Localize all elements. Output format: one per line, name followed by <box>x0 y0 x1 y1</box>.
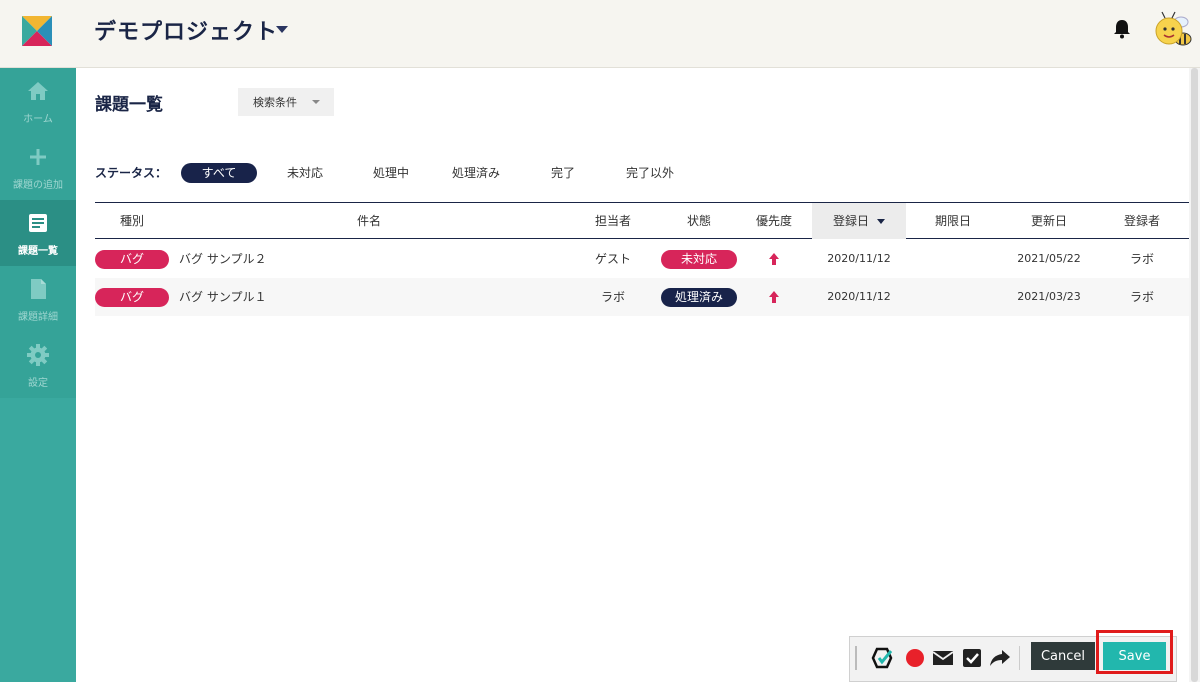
sidebar-item-label: 設定 <box>28 378 48 389</box>
gear-icon <box>27 344 49 366</box>
chevron-down-icon <box>312 100 320 104</box>
status-filter-resolved[interactable]: 処理済み <box>443 163 509 183</box>
mail-icon[interactable] <box>931 646 955 670</box>
issue-assignee: ラボ <box>600 290 625 304</box>
issue-type-badge: バグ <box>95 250 169 269</box>
status-badge: 処理済み <box>661 288 737 307</box>
bell-icon[interactable] <box>1113 19 1131 39</box>
sidebar-item-add-issue[interactable]: 課題の追加 <box>0 134 76 200</box>
issue-type-badge: バグ <box>95 288 169 307</box>
app-header: デモプロジェクト <box>0 0 1200 68</box>
status-filter-label: ステータス： <box>95 166 168 180</box>
checkbox-icon[interactable] <box>960 646 984 670</box>
priority-high-icon <box>769 253 779 265</box>
sidebar-item-settings[interactable]: 設定 <box>0 332 76 398</box>
search-conditions-label: 検索条件 <box>253 96 297 109</box>
sidebar-item-label: 課題一覧 <box>18 246 58 257</box>
column-header-assignee[interactable]: 担当者 <box>581 203 645 239</box>
share-arrow-icon[interactable] <box>988 646 1012 670</box>
search-conditions-button[interactable]: 検索条件 <box>238 88 334 116</box>
sort-desc-icon <box>877 219 885 224</box>
column-header-created[interactable]: 登録日 <box>812 203 906 239</box>
record-icon[interactable] <box>903 646 927 670</box>
issue-due-date <box>917 278 989 316</box>
issue-reporter: ラボ <box>1129 252 1154 266</box>
column-header-created-label: 登録日 <box>832 214 869 228</box>
home-icon <box>28 82 48 100</box>
sidebar: ホーム 課題の追加 課題一覧 課題詳細 設定 <box>0 68 76 682</box>
status-filter-open[interactable]: 未対応 <box>273 163 337 183</box>
save-button[interactable]: Save <box>1103 642 1166 670</box>
project-dropdown-icon[interactable] <box>276 26 288 33</box>
sidebar-item-label: 課題の追加 <box>13 180 63 191</box>
issue-created-date: 2020/11/12 <box>827 252 891 265</box>
page-title: 課題一覧 <box>95 95 163 115</box>
column-header-subject[interactable]: 件名 <box>295 203 443 239</box>
toolbar-divider <box>1019 646 1020 670</box>
app-logo-icon[interactable] <box>22 16 52 46</box>
app-check-logo-icon[interactable] <box>870 646 894 670</box>
plus-icon <box>30 149 46 165</box>
issue-updated-date: 2021/03/23 <box>1017 290 1081 303</box>
issue-subject-link[interactable]: バグ サンプル２ <box>179 240 266 278</box>
priority-high-icon <box>769 291 779 303</box>
status-filter-not-closed[interactable]: 完了以外 <box>614 163 686 183</box>
column-header-priority[interactable]: 優先度 <box>745 203 803 239</box>
status-badge: 未対応 <box>661 250 737 269</box>
sidebar-item-issue-list[interactable]: 課題一覧 <box>0 200 76 266</box>
document-icon <box>31 279 46 299</box>
issue-table-header: 種別 件名 担当者 状態 優先度 登録日 期限日 更新日 登録者 <box>95 202 1189 239</box>
list-icon <box>29 214 47 232</box>
status-filter-in-progress[interactable]: 処理中 <box>359 163 423 183</box>
sidebar-item-issue-detail[interactable]: 課題詳細 <box>0 266 76 332</box>
issue-updated-date: 2021/05/22 <box>1017 252 1081 265</box>
status-filter-all[interactable]: すべて <box>181 163 257 183</box>
column-header-type[interactable]: 種別 <box>95 203 169 239</box>
table-row[interactable]: バグ バグ サンプル１ ラボ 処理済み 2020/11/12 2021/03/2… <box>95 278 1189 316</box>
scrollbar-thumb[interactable] <box>1191 68 1198 682</box>
toolbar-drag-handle[interactable] <box>855 646 857 670</box>
column-header-status[interactable]: 状態 <box>661 203 737 239</box>
table-row[interactable]: バグ バグ サンプル２ ゲスト 未対応 2020/11/12 2021/05/2… <box>95 240 1189 278</box>
vertical-scrollbar[interactable] <box>1189 68 1200 682</box>
sidebar-item-label: 課題詳細 <box>18 312 58 323</box>
issue-subject-link[interactable]: バグ サンプル１ <box>179 278 266 316</box>
column-header-due[interactable]: 期限日 <box>917 203 989 239</box>
issue-created-date: 2020/11/12 <box>827 290 891 303</box>
sidebar-item-home[interactable]: ホーム <box>0 68 76 134</box>
issue-assignee: ゲスト <box>594 252 631 266</box>
column-header-updated[interactable]: 更新日 <box>1013 203 1085 239</box>
sidebar-item-label: ホーム <box>23 114 53 125</box>
issue-due-date <box>917 240 989 278</box>
avatar[interactable] <box>1152 10 1192 50</box>
project-title[interactable]: デモプロジェクト <box>94 14 278 46</box>
column-header-reporter[interactable]: 登録者 <box>1105 203 1179 239</box>
issue-reporter: ラボ <box>1129 290 1154 304</box>
status-filter-closed[interactable]: 完了 <box>536 163 590 183</box>
cancel-button[interactable]: Cancel <box>1031 642 1095 670</box>
